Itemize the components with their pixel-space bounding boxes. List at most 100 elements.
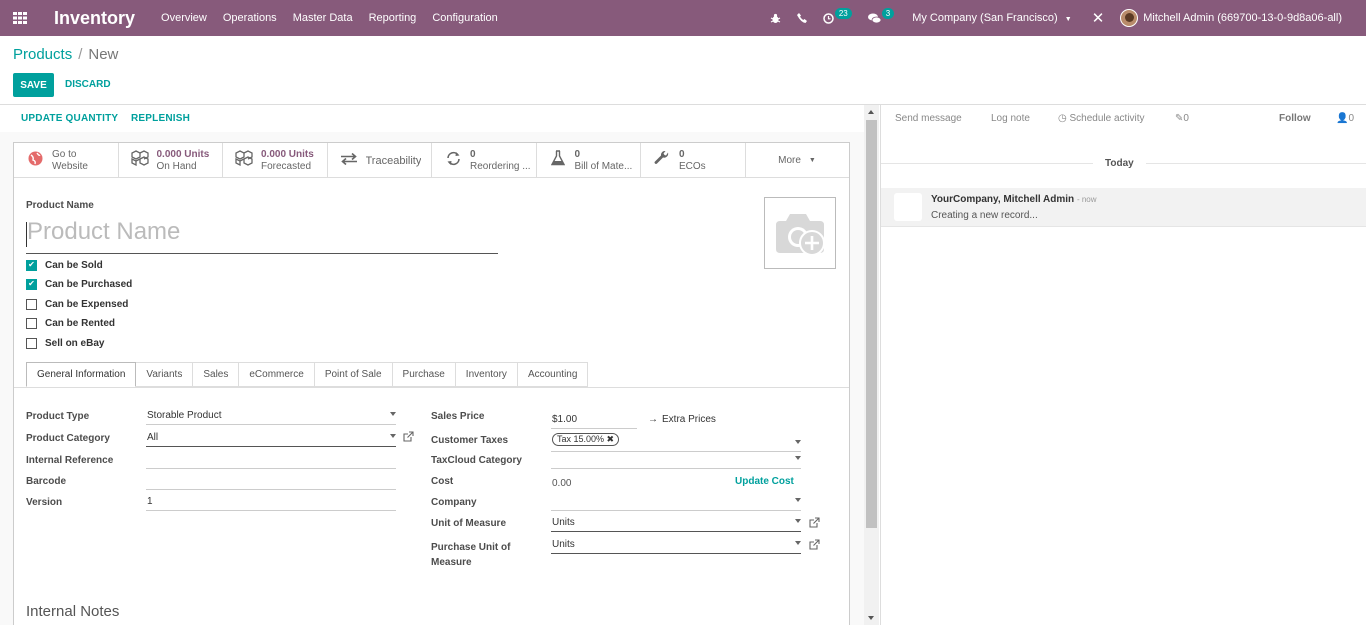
checkbox-sell-on-ebay[interactable]: Sell on eBay [26,336,104,350]
tab-variants[interactable]: Variants [136,362,194,387]
checkbox-unchecked[interactable] [26,298,37,310]
checkbox-unchecked[interactable] [26,337,37,349]
product-name-input[interactable]: Product Name [26,217,498,254]
menu-overview[interactable]: Overview [161,12,207,24]
tab-inventory[interactable]: Inventory [455,362,518,387]
smart-button-on-hand[interactable]: 0.000 Units On Hand [119,143,223,178]
smart-button-sublabel: Reordering ... [470,160,531,172]
avatar [1120,9,1139,27]
taxcloud-category-select[interactable] [551,453,801,469]
forecasted-quantity: 0.000 Units [261,148,314,160]
taxcloud-category-label: TaxCloud Category [431,455,522,466]
menu-reporting[interactable]: Reporting [369,12,417,24]
log-note-button[interactable]: Log note [991,113,1030,124]
save-button[interactable]: SAVE [13,73,54,97]
scroll-down-icon[interactable] [868,616,874,620]
globe-icon [24,151,46,171]
purchase-uom-label-line1: Purchase Unit of [431,542,511,553]
checkbox-checked[interactable]: ✔ [26,278,37,290]
menu-configuration[interactable]: Configuration [432,12,497,24]
checkbox-can-be-purchased[interactable]: ✔ Can be Purchased [26,277,132,291]
smart-button-sublabel: ECOs [679,160,706,172]
tab-point-of-sale[interactable]: Point of Sale [314,362,393,387]
smart-button-forecasted[interactable]: 0.000 Units Forecasted [223,143,328,178]
barcode-input[interactable] [146,474,396,490]
customer-taxes-input[interactable]: Tax 15.00% ✖ [551,433,801,452]
version-input[interactable]: 1 [146,495,396,511]
followers-button[interactable]: 👤0 [1336,113,1354,124]
internal-notes-title: Internal Notes [26,603,120,620]
tag-remove-icon[interactable]: ✖ [607,434,615,444]
smart-button-website[interactable]: Go to Website [14,143,119,178]
checkbox-can-be-expensed[interactable]: Can be Expensed [26,297,128,311]
checkbox-can-be-sold[interactable]: ✔ Can be Sold [26,258,103,272]
unit-of-measure-select[interactable]: Units [551,516,801,532]
form-scrollbar[interactable] [864,105,879,625]
breadcrumb-products[interactable]: Products [13,46,72,63]
external-link-icon[interactable] [809,517,820,531]
company-switcher[interactable]: My Company (San Francisco) ▼ [912,12,1072,24]
refresh-icon [442,151,464,171]
close-x-icon[interactable]: ✕ [1092,9,1105,27]
sales-price-label: Sales Price [431,411,485,422]
replenish-button[interactable]: REPLENISH [131,113,190,124]
barcode-label: Barcode [26,476,67,487]
date-label: Today [1093,158,1146,169]
app-title[interactable]: Inventory [54,8,135,29]
top-navbar: Inventory Overview Operations Master Dat… [0,0,1366,36]
scrollbar-thumb[interactable] [866,120,877,528]
caret-down-icon [795,498,801,502]
unit-of-measure-value: Units [552,517,575,528]
smart-button-bom[interactable]: 0 Bill of Mate... [537,143,641,178]
send-message-button[interactable]: Send message [895,113,962,124]
external-link-icon[interactable] [809,539,820,553]
product-image-upload[interactable] [764,197,836,269]
phone-icon[interactable] [796,13,807,23]
apps-menu-icon[interactable] [0,0,40,36]
update-quantity-button[interactable]: UPDATE QUANTITY [21,113,118,124]
notebook-tabs: General Information Variants Sales eComm… [26,362,589,387]
form-sheet: Go to Website 0.000 Units On Hand 0.000 Un… [13,142,850,625]
extra-prices-button[interactable]: → Extra Prices [648,414,716,425]
product-name-label: Product Name [26,200,94,211]
company-select[interactable] [551,495,801,511]
checkbox-unchecked[interactable] [26,317,37,329]
sales-price-input[interactable]: $1.00 [551,413,637,429]
checkbox-can-be-rented[interactable]: Can be Rented [26,316,115,330]
smart-button-traceability[interactable]: Traceability [328,143,432,178]
activity-clock-icon[interactable]: 23 [823,7,852,24]
tab-purchase[interactable]: Purchase [392,362,456,387]
tab-general-information[interactable]: General Information [26,362,137,387]
menu-master-data[interactable]: Master Data [293,12,353,24]
messages-icon[interactable]: 3 [867,7,895,24]
product-category-select[interactable]: All [146,431,396,447]
user-menu[interactable]: Mitchell Admin (669700-13-0-9d8a06-all) [1120,9,1342,27]
smart-button-ecos[interactable]: 0 ECOs [641,143,746,178]
bug-icon[interactable] [770,13,781,24]
external-link-icon[interactable] [403,431,414,445]
tax-tag-label: Tax 15.00% [557,434,605,444]
cubes-icon [129,150,151,171]
tab-sales[interactable]: Sales [193,362,240,387]
navbar-systray: 23 3 My Company (San Francisco) ▼ ✕ Mitc… [762,0,1366,36]
smart-button-sublabel: Bill of Mate... [574,160,633,172]
message-author-name: YourCompany, Mitchell Admin [931,194,1075,205]
purchase-uom-label: Purchase Unit of Measure [431,540,510,570]
attachments-button[interactable]: ✎0 [1175,113,1189,124]
schedule-activity-button[interactable]: ◷ Schedule activity [1058,113,1145,124]
product-type-select[interactable]: Storable Product [146,409,396,425]
tax-tag[interactable]: Tax 15.00% ✖ [552,433,620,446]
checkbox-checked[interactable]: ✔ [26,259,37,271]
discard-button[interactable]: DISCARD [65,79,111,90]
more-button[interactable]: More ▼ [746,143,849,178]
update-cost-button[interactable]: Update Cost [735,476,794,487]
more-label: More [778,155,801,166]
tab-accounting[interactable]: Accounting [517,362,589,387]
scroll-up-icon[interactable] [868,110,874,114]
menu-operations[interactable]: Operations [223,12,277,24]
follow-button[interactable]: Follow [1279,113,1311,124]
purchase-uom-select[interactable]: Units [551,538,801,554]
smart-button-reordering[interactable]: 0 Reordering ... [432,143,537,178]
internal-reference-input[interactable] [146,453,396,469]
tab-ecommerce[interactable]: eCommerce [239,362,315,387]
